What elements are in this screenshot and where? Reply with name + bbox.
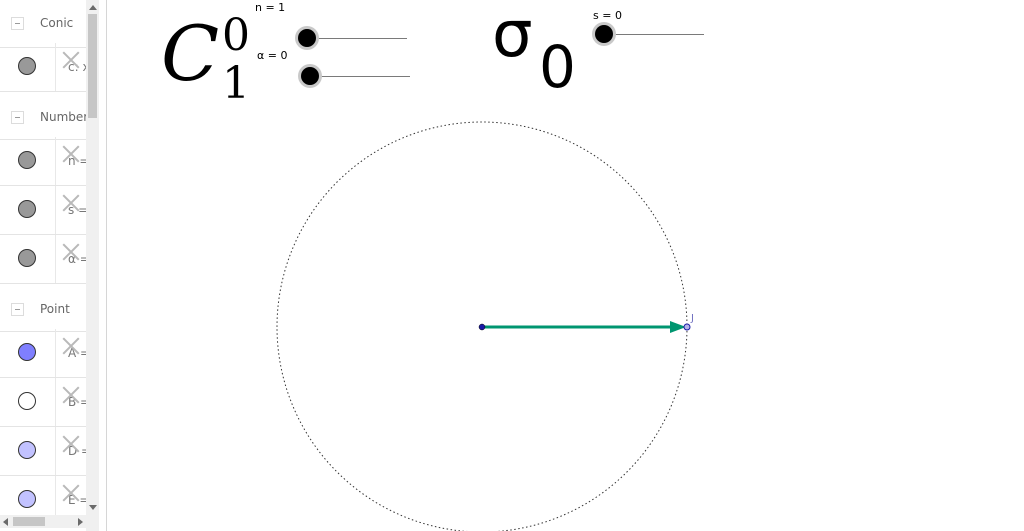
visibility-marble-icon[interactable] bbox=[18, 392, 36, 410]
delete-icon[interactable] bbox=[62, 194, 80, 212]
formula-c-superscript: 0 bbox=[222, 10, 250, 61]
scroll-down-arrow-icon[interactable] bbox=[89, 505, 97, 510]
marble-cell bbox=[0, 43, 56, 91]
slider-s-caption: s = 0 bbox=[593, 9, 622, 22]
collapse-icon[interactable] bbox=[11, 303, 24, 316]
graphics-view[interactable]: J C 0 1 σ 0 n = 1 α = 0 s = 0 bbox=[108, 0, 1024, 531]
algebra-item-s[interactable]: s = bbox=[0, 186, 86, 235]
delete-icon[interactable] bbox=[62, 51, 80, 69]
category-label: Point bbox=[40, 302, 70, 316]
algebra-view: Conic c: x Number n = s = bbox=[0, 0, 86, 515]
delete-icon[interactable] bbox=[62, 145, 80, 163]
visibility-marble-icon[interactable] bbox=[18, 343, 36, 361]
visibility-marble-icon[interactable] bbox=[18, 490, 36, 508]
view-splitter[interactable] bbox=[99, 0, 107, 531]
formula-c-subscript: 1 bbox=[222, 58, 250, 109]
visibility-marble-icon[interactable] bbox=[18, 441, 36, 459]
category-conic: Conic bbox=[0, 0, 86, 48]
slider-s-track[interactable] bbox=[604, 34, 704, 35]
delete-icon[interactable] bbox=[62, 435, 80, 453]
slider-alpha-caption: α = 0 bbox=[257, 49, 288, 62]
slider-n-track[interactable] bbox=[307, 38, 407, 39]
category-number: Number bbox=[0, 92, 86, 140]
category-label: Conic bbox=[40, 16, 74, 30]
slider-alpha-knob[interactable] bbox=[301, 67, 319, 85]
algebra-item-n[interactable]: n = bbox=[0, 137, 86, 186]
point-J[interactable] bbox=[683, 323, 691, 331]
scroll-thumb[interactable] bbox=[88, 14, 97, 118]
algebra-horizontal-scrollbar[interactable] bbox=[0, 515, 86, 528]
category-point: Point bbox=[0, 284, 86, 332]
delete-icon[interactable] bbox=[62, 337, 80, 355]
algebra-item-alpha[interactable]: α = bbox=[0, 235, 86, 284]
delete-icon[interactable] bbox=[62, 484, 80, 502]
algebra-item-B[interactable]: B = bbox=[0, 378, 86, 427]
slider-n-knob[interactable] bbox=[298, 29, 316, 47]
algebra-item-D[interactable]: D = bbox=[0, 427, 86, 476]
scroll-right-arrow-icon[interactable] bbox=[78, 518, 83, 526]
visibility-marble-icon[interactable] bbox=[18, 200, 36, 218]
slider-s-knob[interactable] bbox=[595, 25, 613, 43]
point-J-label: J bbox=[690, 313, 694, 324]
formula-c-base: C bbox=[161, 9, 220, 98]
category-label: Number bbox=[40, 110, 86, 124]
algebra-item-c[interactable]: c: x bbox=[0, 43, 86, 92]
marble-cell bbox=[0, 329, 56, 377]
formula-sigma-subscript: 0 bbox=[539, 33, 576, 101]
algebra-item-E[interactable]: E = bbox=[0, 476, 86, 515]
marble-cell bbox=[0, 427, 56, 475]
slider-n-caption: n = 1 bbox=[255, 1, 286, 14]
scrollbar-corner bbox=[86, 515, 99, 531]
algebra-item-A[interactable]: A = bbox=[0, 329, 86, 378]
visibility-marble-icon[interactable] bbox=[18, 151, 36, 169]
marble-cell bbox=[0, 378, 56, 426]
delete-icon[interactable] bbox=[62, 386, 80, 404]
slider-alpha-track[interactable] bbox=[310, 76, 410, 77]
visibility-marble-icon[interactable] bbox=[18, 249, 36, 267]
scroll-thumb[interactable] bbox=[13, 517, 45, 526]
marble-cell bbox=[0, 186, 56, 234]
algebra-vertical-scrollbar[interactable] bbox=[86, 0, 99, 515]
formula-sigma-base: σ bbox=[492, 0, 533, 72]
marble-cell bbox=[0, 476, 56, 515]
scroll-up-arrow-icon[interactable] bbox=[89, 5, 97, 10]
marble-cell bbox=[0, 137, 56, 185]
visibility-marble-icon[interactable] bbox=[18, 57, 36, 75]
collapse-icon[interactable] bbox=[11, 17, 24, 30]
marble-cell bbox=[0, 235, 56, 283]
geogebra-app: Conic c: x Number n = s = bbox=[0, 0, 1024, 531]
point-A[interactable] bbox=[478, 323, 486, 331]
scroll-left-arrow-icon[interactable] bbox=[3, 518, 8, 526]
collapse-icon[interactable] bbox=[11, 111, 24, 124]
delete-icon[interactable] bbox=[62, 243, 80, 261]
